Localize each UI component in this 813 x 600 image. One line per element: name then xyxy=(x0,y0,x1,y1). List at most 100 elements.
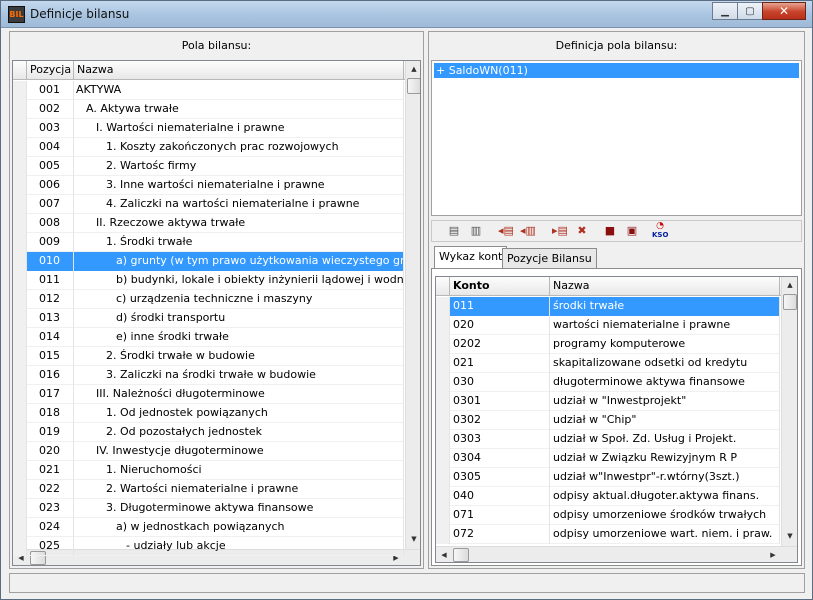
table-row[interactable]: 023 3. Długoterminowe aktywa finansowe xyxy=(13,499,404,518)
accounts-horizontal-scrollbar[interactable]: ◀ ▶ xyxy=(436,546,797,562)
table-row[interactable]: 015 2. Środki trwałe w budowie xyxy=(13,347,404,366)
tab-wykaz-kont[interactable]: Wykaz kont xyxy=(434,246,508,268)
row-indicator[interactable] xyxy=(13,499,27,518)
row-indicator[interactable] xyxy=(436,354,450,373)
row-indicator[interactable] xyxy=(13,480,27,499)
scroll-left-icon[interactable]: ◀ xyxy=(436,547,452,562)
table-row[interactable]: 002 A. Aktywa trwałe xyxy=(13,100,404,119)
row-indicator[interactable] xyxy=(436,411,450,430)
row-indicator[interactable] xyxy=(436,297,450,316)
account-row[interactable]: 0301 udział w "Inwestprojekt" xyxy=(436,392,780,411)
insert-left-alt-icon[interactable]: ◂▥ xyxy=(520,223,536,239)
scroll-thumb[interactable] xyxy=(783,294,797,310)
table-row[interactable]: 013 d) środki transportu xyxy=(13,309,404,328)
row-indicator[interactable] xyxy=(436,373,450,392)
table-row[interactable]: 008 II. Rzeczowe aktywa trwałe xyxy=(13,214,404,233)
row-indicator[interactable] xyxy=(13,233,27,252)
row-indicator[interactable] xyxy=(436,525,450,544)
row-indicator[interactable] xyxy=(13,290,27,309)
definition-list[interactable]: + SaldoWN(011) xyxy=(431,60,802,216)
table-row[interactable]: 004 1. Koszty zakończonych prac rozwojowy… xyxy=(13,138,404,157)
table-row[interactable]: 017 III. Należności długoterminowe xyxy=(13,385,404,404)
row-indicator[interactable] xyxy=(436,468,450,487)
row-indicator[interactable] xyxy=(13,119,27,138)
table-row[interactable]: 025- udziały lub akcje xyxy=(13,537,404,556)
save-icon[interactable]: ■ xyxy=(602,223,618,239)
balance-fields-grid[interactable]: Pozycja Nazwa ▲ ▼ ◀ ▶ 001 AKTYWA 002 A. Akt… xyxy=(12,60,421,566)
row-indicator[interactable] xyxy=(13,328,27,347)
row-indicator[interactable] xyxy=(13,404,27,423)
row-indicator[interactable] xyxy=(13,537,27,556)
tab-pozycje-bilansu[interactable]: Pozycje Bilansu xyxy=(502,248,597,268)
row-indicator[interactable] xyxy=(436,449,450,468)
row-indicator[interactable] xyxy=(436,506,450,525)
table-row[interactable]: 007 4. Zaliczki na wartości niematerialne… xyxy=(13,195,404,214)
title-bar[interactable]: BIL Definicje bilansu ▁ ▢ ✕ xyxy=(1,1,812,28)
scroll-down-icon[interactable]: ▼ xyxy=(406,531,420,548)
maximize-button[interactable]: ▢ xyxy=(737,2,763,20)
row-indicator[interactable] xyxy=(13,252,27,271)
scroll-up-icon[interactable]: ▲ xyxy=(782,277,797,294)
row-indicator[interactable] xyxy=(13,423,27,442)
insert-left-icon[interactable]: ◂▤ xyxy=(498,223,514,239)
row-indicator[interactable] xyxy=(13,214,27,233)
table-row[interactable]: 022 2. Wartości niematerialne i prawne xyxy=(13,480,404,499)
row-indicator[interactable] xyxy=(13,366,27,385)
row-indicator[interactable] xyxy=(13,385,27,404)
row-indicator[interactable] xyxy=(13,271,27,290)
account-row[interactable]: 011 środki trwałe xyxy=(436,297,780,316)
account-row[interactable]: 072 odpisy umorzeniowe wart. niem. i praw… xyxy=(436,525,780,544)
table-row[interactable]: 010 a) grunty (w tym prawo użytkowania wi… xyxy=(13,252,404,271)
table-row[interactable]: 009 1. Środki trwałe xyxy=(13,233,404,252)
table-row[interactable]: 020 IV. Inwestycje długoterminowe xyxy=(13,442,404,461)
accounts-grid[interactable]: Konto Nazwa ▲ ▼ ◀ ▶ 011 środki trwałe 020 w… xyxy=(435,276,798,563)
table-row[interactable]: 003 I. Wartości niematerialne i prawne xyxy=(13,119,404,138)
table-row[interactable]: 018 1. Od jednostek powiązanych xyxy=(13,404,404,423)
row-indicator[interactable] xyxy=(13,81,27,100)
table-row[interactable]: 019 2. Od pozostałych jednostek xyxy=(13,423,404,442)
row-indicator[interactable] xyxy=(13,461,27,480)
table-row[interactable]: 014 e) inne środki trwałe xyxy=(13,328,404,347)
close-button[interactable]: ✕ xyxy=(762,2,806,20)
table-row[interactable]: 005 2. Wartośc firmy xyxy=(13,157,404,176)
row-indicator[interactable] xyxy=(13,100,27,119)
minimize-button[interactable]: ▁ xyxy=(712,2,738,20)
account-row[interactable]: 021 skapitalizowane odsetki od kredytu xyxy=(436,354,780,373)
table-row[interactable]: 012 c) urządzenia techniczne i maszyny xyxy=(13,290,404,309)
table-row[interactable]: 021 1. Nieruchomości xyxy=(13,461,404,480)
column-header-konto[interactable]: Konto xyxy=(450,277,550,296)
table-row[interactable]: 011 b) budynki, lokale i obiekty inżynier… xyxy=(13,271,404,290)
column-header-nazwa[interactable]: Nazwa xyxy=(74,61,404,80)
row-indicator[interactable] xyxy=(13,195,27,214)
save-as-icon[interactable]: ▣ xyxy=(624,223,640,239)
table-row[interactable]: 001 AKTYWA xyxy=(13,81,404,100)
table-row[interactable]: 006 3. Inne wartości niematerialne i praw… xyxy=(13,176,404,195)
table-row[interactable]: 024 a) w jednostkach powiązanych xyxy=(13,518,404,537)
account-row[interactable]: 040 odpisy aktual.długoter.aktywa finans. xyxy=(436,487,780,506)
account-row[interactable]: 0304 udział w Związku Rewizyjnym R P xyxy=(436,449,780,468)
row-indicator[interactable] xyxy=(13,176,27,195)
scroll-up-icon[interactable]: ▲ xyxy=(406,61,420,78)
account-row[interactable]: 0202 programy komputerowe xyxy=(436,335,780,354)
accounts-vertical-scrollbar[interactable]: ▲ ▼ xyxy=(781,277,797,546)
copy-doc-icon[interactable]: ▤ xyxy=(446,223,462,239)
row-indicator[interactable] xyxy=(436,335,450,354)
row-indicator[interactable] xyxy=(436,430,450,449)
paste-doc-icon[interactable]: ▥ xyxy=(468,223,484,239)
hscroll-thumb[interactable] xyxy=(453,548,469,562)
definition-item[interactable]: + SaldoWN(011) xyxy=(434,63,799,78)
account-row[interactable]: 0303 udział w Społ. Zd. Usług i Projekt. xyxy=(436,430,780,449)
insert-right-icon[interactable]: ▸▤ xyxy=(552,223,568,239)
row-indicator[interactable] xyxy=(13,309,27,328)
scroll-down-icon[interactable]: ▼ xyxy=(782,528,797,545)
scroll-right-icon[interactable]: ▶ xyxy=(765,547,781,562)
row-indicator[interactable] xyxy=(13,347,27,366)
left-vertical-scrollbar[interactable]: ▲ ▼ xyxy=(405,61,420,549)
row-indicator[interactable] xyxy=(436,487,450,506)
column-header-pozycja[interactable]: Pozycja xyxy=(27,61,74,80)
account-row[interactable]: 0302 udział w "Chip" xyxy=(436,411,780,430)
account-row[interactable]: 030 długoterminowe aktywa finansowe xyxy=(436,373,780,392)
row-indicator[interactable] xyxy=(13,157,27,176)
account-row[interactable]: 0305 udział w"Inwestpr"-r.wtórny(3szt.) xyxy=(436,468,780,487)
row-indicator[interactable] xyxy=(436,316,450,335)
